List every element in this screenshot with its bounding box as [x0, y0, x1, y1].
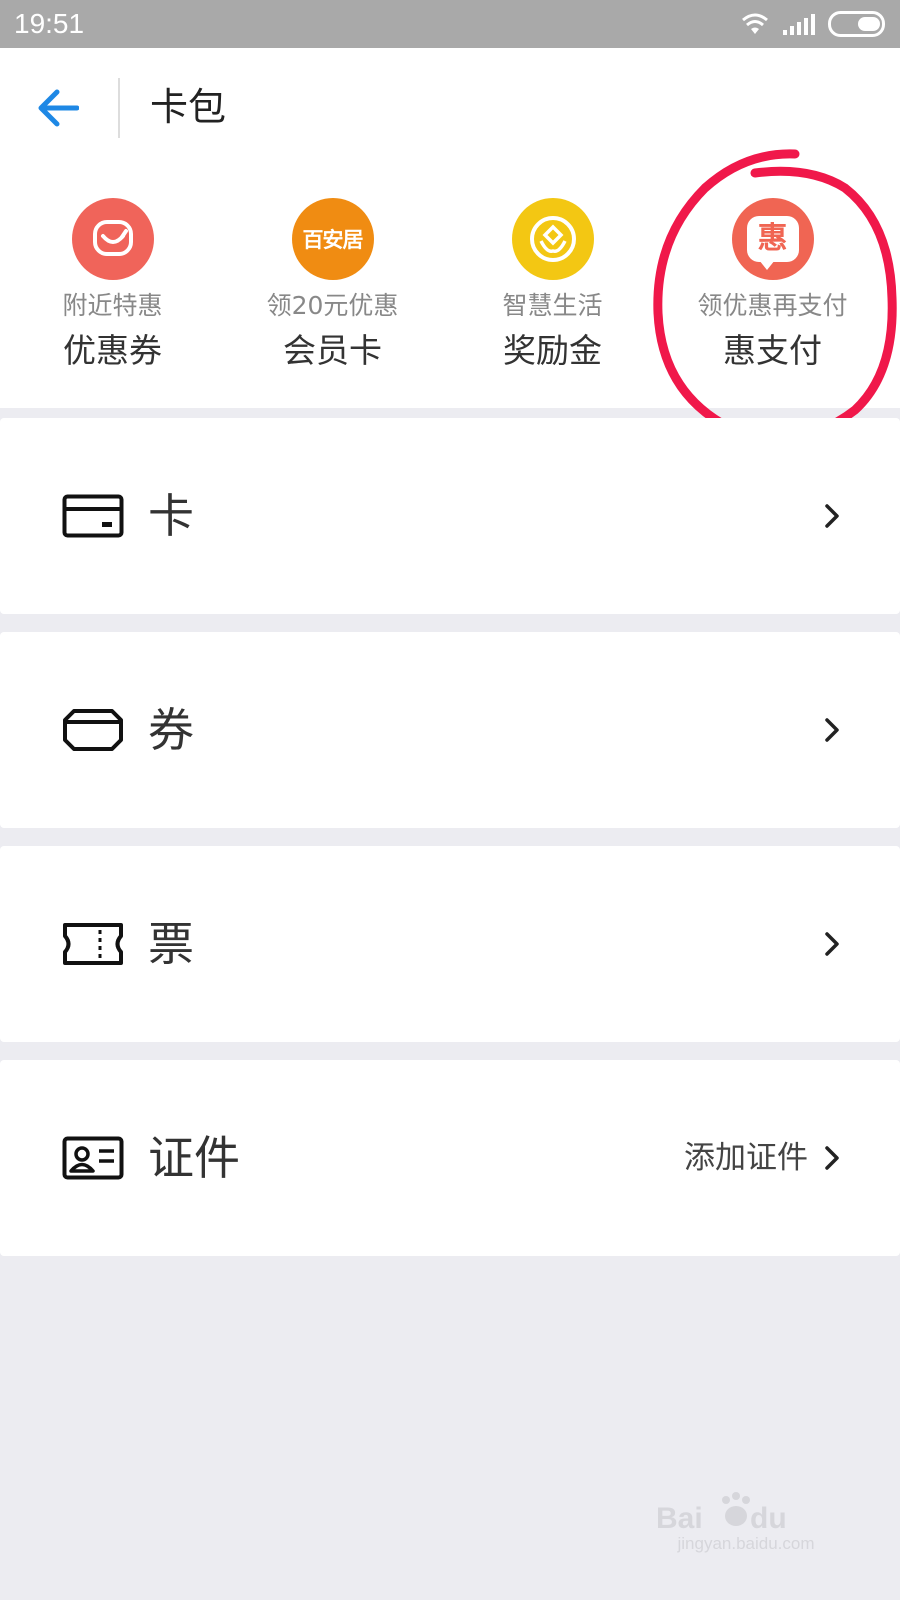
back-button[interactable]	[28, 78, 88, 138]
screen: 19:51 卡包 附近特惠 优惠券 百安居 领20元优惠 会员卡 智慧生活 奖励…	[0, 0, 900, 1600]
shortcut-title: 会员卡	[283, 331, 382, 370]
baianju-logo: 百安居	[291, 198, 374, 280]
add-id-link[interactable]: 添加证件	[684, 1138, 808, 1178]
shortcut-hui-pay[interactable]: 惠 领优惠再支付 惠支付	[660, 198, 885, 388]
svg-text:du: du	[750, 1502, 787, 1534]
signal-icon	[783, 14, 815, 35]
baianju-logo-text: 百安居	[302, 228, 364, 252]
row-id-documents[interactable]: 证件 添加证件	[0, 1060, 900, 1256]
chevron-right-icon	[825, 718, 839, 742]
shortcut-subtitle: 领优惠再支付	[697, 291, 848, 320]
shortcut-title: 奖励金	[503, 331, 602, 370]
chevron-right-icon	[825, 504, 839, 528]
coin-sprout-icon	[511, 198, 594, 280]
card-icon	[62, 494, 124, 538]
baidu-jingyan-logo: Bai du jingyan.baidu.com	[656, 1490, 836, 1570]
ticket-icon	[63, 923, 123, 965]
chevron-right-icon	[825, 1146, 839, 1170]
status-time: 19:51	[14, 8, 85, 39]
row-coupons[interactable]: 券	[0, 632, 900, 828]
shortcut-title: 惠支付	[723, 331, 822, 370]
id-card-icon	[62, 1136, 124, 1180]
shortcut-subtitle: 附近特惠	[62, 291, 163, 320]
hui-icon-text: 惠	[757, 221, 788, 256]
battery-icon	[828, 11, 885, 37]
row-label: 卡	[148, 489, 194, 543]
smile-bag-icon	[71, 198, 154, 280]
page-title: 卡包	[150, 85, 227, 129]
watermark-text: jingyan.baidu.com	[677, 1534, 815, 1553]
status-icons	[740, 10, 888, 38]
row-label: 证件	[148, 1131, 240, 1185]
shortcut-subtitle: 智慧生活	[502, 291, 603, 320]
header-divider	[118, 78, 120, 138]
shortcut-coupon[interactable]: 附近特惠 优惠券	[0, 198, 225, 388]
shortcut-membership-card[interactable]: 百安居 领20元优惠 会员卡	[220, 198, 445, 388]
hui-chat-icon: 惠	[731, 198, 814, 280]
back-arrow-icon	[38, 89, 79, 127]
header: 卡包	[0, 48, 900, 168]
shortcut-rewards[interactable]: 智慧生活 奖励金	[440, 198, 665, 388]
wifi-icon	[742, 13, 768, 34]
coupon-icon	[63, 709, 123, 751]
shortcut-bar: 附近特惠 优惠券 百安居 领20元优惠 会员卡 智慧生活 奖励金 惠 领优惠再支…	[0, 168, 900, 408]
shortcut-subtitle: 领20元优惠	[266, 291, 399, 320]
status-bar: 19:51	[0, 0, 900, 48]
chevron-right-icon	[825, 932, 839, 956]
row-cards[interactable]: 卡	[0, 418, 900, 614]
shortcut-title: 优惠券	[63, 331, 162, 370]
svg-text:Bai: Bai	[656, 1502, 703, 1534]
row-label: 券	[148, 703, 194, 757]
row-label: 票	[148, 917, 194, 971]
row-tickets[interactable]: 票	[0, 846, 900, 1042]
